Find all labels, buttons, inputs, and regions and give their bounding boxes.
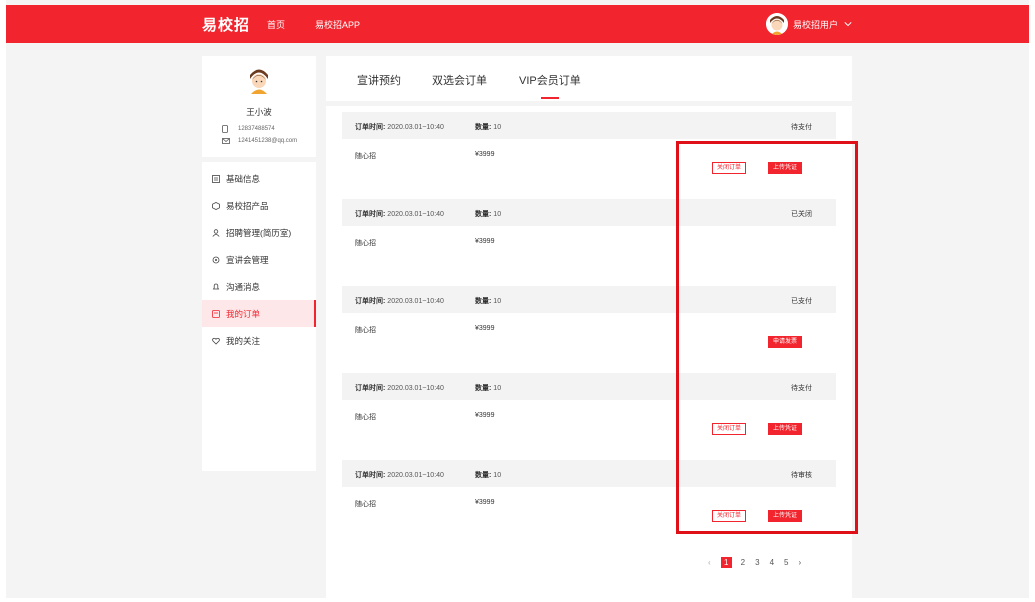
sidebar-item-label: 宣讲会管理 bbox=[226, 254, 269, 265]
sidebar-item-label: 我的订单 bbox=[226, 308, 261, 319]
sidebar-item-products[interactable]: 易校招产品 bbox=[202, 192, 316, 219]
pagination-next[interactable]: › bbox=[798, 558, 801, 567]
pagination-page[interactable]: 1 bbox=[720, 557, 732, 568]
order-quantity: 数量: 10 bbox=[475, 385, 502, 392]
order-header: 订单时间: 2020.03.01~10:40 数量: 10 已关闭 bbox=[342, 199, 836, 226]
order-price: ¥3999 bbox=[475, 151, 495, 158]
order-status: 待审核 bbox=[791, 472, 812, 479]
order-row: 随心招 ¥3999 关闭订单 上传凭证 bbox=[342, 487, 836, 547]
order-time: 订单时间: 2020.03.01~10:40 bbox=[355, 124, 444, 131]
close-order-button[interactable]: 关闭订单 bbox=[712, 423, 747, 435]
tab-vip-orders[interactable]: VIP会员订单 bbox=[519, 72, 581, 88]
frame-right bbox=[1029, 0, 1035, 602]
mail-icon bbox=[222, 138, 230, 144]
upload-voucher-button[interactable]: 上传凭证 bbox=[768, 423, 803, 435]
avatar-icon bbox=[766, 13, 788, 35]
order-time: 订单时间: 2020.03.01~10:40 bbox=[355, 298, 444, 305]
order-header: 订单时间: 2020.03.01~10:40 数量: 10 待支付 bbox=[342, 373, 836, 400]
order-header: 订单时间: 2020.03.01~10:40 数量: 10 已支付 bbox=[342, 286, 836, 313]
phone-icon bbox=[222, 125, 228, 133]
pagination-page[interactable]: 2 bbox=[741, 558, 745, 567]
order-status: 待支付 bbox=[791, 385, 812, 392]
active-tab-indicator bbox=[541, 97, 559, 99]
order-header: 订单时间: 2020.03.01~10:40 数量: 10 待审核 bbox=[342, 460, 836, 487]
order-status: 待支付 bbox=[791, 124, 812, 131]
box-icon bbox=[212, 201, 220, 210]
order-row: 随心招 ¥3999 bbox=[342, 226, 836, 286]
pagination-page[interactable]: 4 bbox=[770, 558, 774, 567]
order-price: ¥3999 bbox=[475, 238, 495, 245]
sidebar-item-label: 易校招产品 bbox=[226, 200, 269, 211]
chevron-down-icon[interactable] bbox=[844, 20, 852, 28]
order-product-name: 随心招 bbox=[355, 240, 376, 247]
frame-left bbox=[0, 0, 6, 602]
profile-name: 王小波 bbox=[246, 107, 272, 117]
order-time: 订单时间: 2020.03.01~10:40 bbox=[355, 385, 444, 392]
profile-phone-text: 12837488574 bbox=[238, 126, 275, 132]
tab-seminar-booking[interactable]: 宣讲预约 bbox=[357, 72, 401, 88]
user-menu[interactable]: 易校招用户 bbox=[766, 13, 852, 35]
order-quantity: 数量: 10 bbox=[475, 124, 502, 131]
sidebar-item-label: 我的关注 bbox=[226, 335, 261, 346]
close-order-button[interactable]: 关闭订单 bbox=[712, 510, 747, 522]
sidebar-item-following[interactable]: 我的关注 bbox=[202, 327, 316, 354]
top-bar: 易校招 首页 易校招APP 易校招用户 bbox=[6, 5, 1029, 43]
sidebar-item-label: 沟通消息 bbox=[226, 281, 261, 292]
order-time: 订单时间: 2020.03.01~10:40 bbox=[355, 211, 444, 218]
order-product-name: 随心招 bbox=[355, 501, 376, 508]
pagination-page[interactable]: 3 bbox=[755, 558, 759, 567]
order-product-name: 随心招 bbox=[355, 414, 376, 421]
order-quantity: 数量: 10 bbox=[475, 211, 502, 218]
sidebar-item-seminar[interactable]: 宣讲会管理 bbox=[202, 246, 316, 273]
order-price: ¥3999 bbox=[475, 499, 495, 506]
upload-voucher-button[interactable]: 上传凭证 bbox=[768, 510, 803, 522]
presentation-icon bbox=[212, 256, 220, 263]
sidebar-item-basic-info[interactable]: 基础信息 bbox=[202, 165, 316, 192]
sidebar-item-label: 招聘管理(简历室) bbox=[226, 227, 292, 238]
order-icon bbox=[212, 309, 220, 318]
sidebar-menu: 基础信息 易校招产品 招聘管理(简历室) 宣讲会管理 沟通消息 我的订单 我的关… bbox=[202, 162, 316, 471]
profile-phone: 12837488574 bbox=[222, 125, 275, 133]
order-quantity: 数量: 10 bbox=[475, 298, 502, 305]
apply-invoice-button[interactable]: 申请发票 bbox=[768, 336, 803, 348]
sidebar-item-recruitment[interactable]: 招聘管理(简历室) bbox=[202, 219, 316, 246]
order-price: ¥3999 bbox=[475, 325, 495, 332]
logo[interactable]: 易校招 bbox=[202, 14, 250, 35]
order-product-name: 随心招 bbox=[355, 327, 376, 334]
order-row: 随心招 ¥3999 关闭订单 上传凭证 bbox=[342, 400, 836, 460]
order-row: 随心招 ¥3999 申请发票 bbox=[342, 313, 836, 373]
heart-icon bbox=[212, 337, 220, 345]
profile-avatar-icon bbox=[245, 66, 273, 94]
order-quantity: 数量: 10 bbox=[475, 472, 502, 479]
profile-email-text: 1241451238@qq.com bbox=[238, 138, 298, 144]
profile-email: 1241451238@qq.com bbox=[222, 138, 297, 144]
tab-job-fair-orders[interactable]: 双选会订单 bbox=[432, 72, 487, 88]
person-icon bbox=[212, 228, 220, 237]
order-header: 订单时间: 2020.03.01~10:40 数量: 10 待支付 bbox=[342, 112, 836, 139]
profile-card: 王小波 12837488574 1241451238@qq.com bbox=[202, 56, 316, 157]
order-price: ¥3999 bbox=[475, 412, 495, 419]
document-icon bbox=[212, 174, 220, 183]
pagination: ‹ 1 2 3 4 5 › bbox=[708, 557, 811, 568]
pagination-prev[interactable]: ‹ bbox=[708, 558, 711, 567]
order-row: 随心招 ¥3999 关闭订单 上传凭证 bbox=[342, 139, 836, 199]
pagination-page[interactable]: 5 bbox=[784, 558, 788, 567]
close-order-button[interactable]: 关闭订单 bbox=[712, 162, 747, 174]
upload-voucher-button[interactable]: 上传凭证 bbox=[768, 162, 803, 174]
order-time: 订单时间: 2020.03.01~10:40 bbox=[355, 472, 444, 479]
bell-icon bbox=[212, 283, 220, 289]
order-status: 已关闭 bbox=[791, 211, 812, 218]
user-name[interactable]: 易校招用户 bbox=[793, 18, 838, 31]
tabs-bar: 宣讲预约 双选会订单 VIP会员订单 bbox=[326, 56, 852, 101]
order-status: 已支付 bbox=[791, 298, 812, 305]
sidebar-item-messages[interactable]: 沟通消息 bbox=[202, 273, 316, 300]
nav-home-link[interactable]: 首页 bbox=[267, 18, 285, 31]
nav-app-link[interactable]: 易校招APP bbox=[315, 18, 360, 31]
user-avatar[interactable] bbox=[766, 13, 788, 35]
sidebar-item-orders[interactable]: 我的订单 bbox=[202, 300, 316, 327]
order-product-name: 随心招 bbox=[355, 153, 376, 160]
sidebar-item-label: 基础信息 bbox=[226, 173, 261, 184]
